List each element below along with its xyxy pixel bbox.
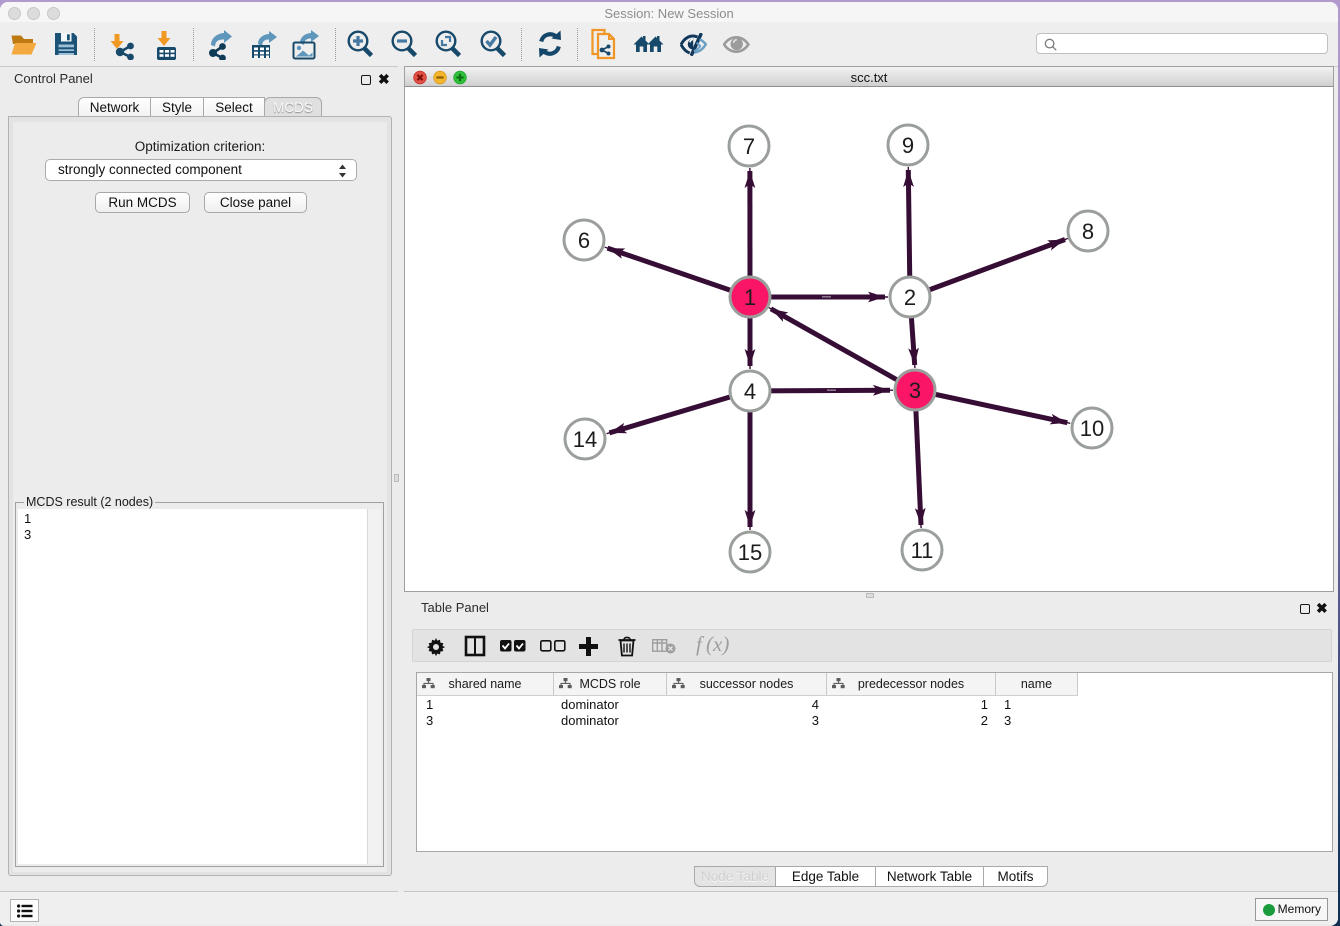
svg-text:10: 10: [1080, 416, 1104, 441]
svg-text:9: 9: [902, 133, 914, 158]
svg-text:15: 15: [738, 540, 762, 565]
svg-text:8: 8: [1082, 219, 1094, 244]
svg-text:3: 3: [909, 378, 921, 403]
svg-text:6: 6: [578, 228, 590, 253]
svg-text:2: 2: [904, 285, 916, 310]
svg-text:7: 7: [743, 134, 755, 159]
svg-text:14: 14: [573, 427, 597, 452]
svg-text:1: 1: [744, 285, 756, 310]
svg-text:11: 11: [911, 538, 934, 563]
svg-text:4: 4: [744, 379, 756, 404]
